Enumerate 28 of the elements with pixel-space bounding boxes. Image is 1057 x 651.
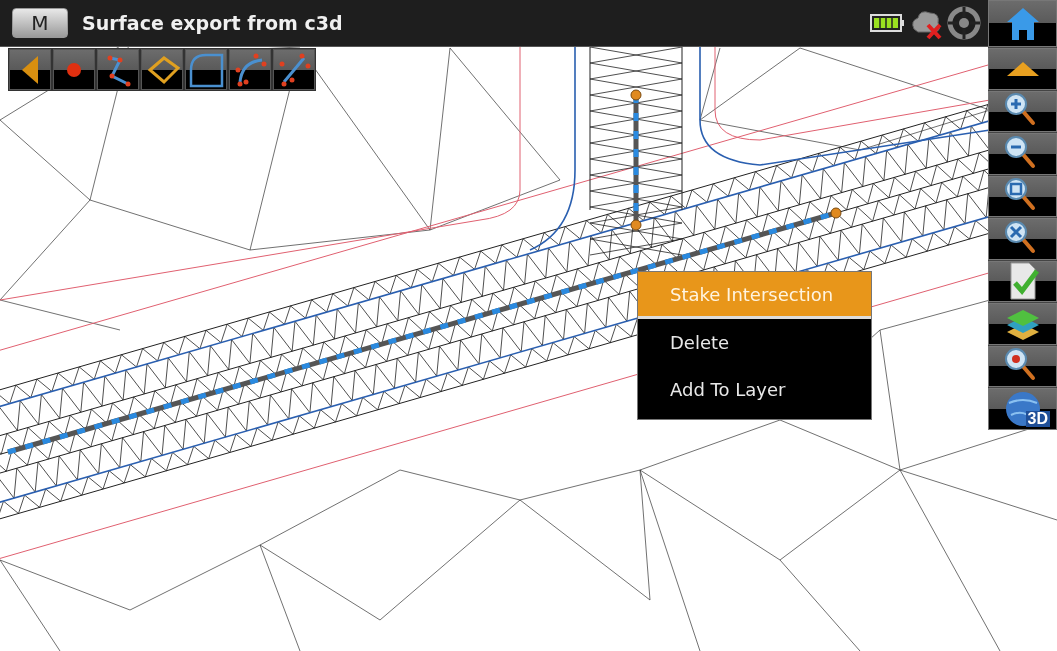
triangle-left-icon xyxy=(22,55,38,84)
window-title: Surface export from c3d xyxy=(82,12,344,34)
view-3d-button[interactable]: 3D xyxy=(988,388,1057,430)
arc-button[interactable] xyxy=(185,49,227,90)
point-marker[interactable] xyxy=(630,219,642,231)
zoom-extents-button[interactable] xyxy=(988,218,1057,260)
menu-item[interactable]: Add To Layer xyxy=(638,366,871,413)
layers-button[interactable] xyxy=(988,303,1057,345)
zoom-out-button[interactable] xyxy=(988,133,1057,175)
menu-item[interactable]: Delete xyxy=(638,319,871,366)
line-button[interactable] xyxy=(273,49,315,90)
zoom-window-button[interactable] xyxy=(988,175,1057,217)
triangle-up-icon xyxy=(1006,61,1039,76)
crosshair-icon xyxy=(946,5,982,41)
back-button[interactable] xyxy=(9,49,51,90)
point-button[interactable] xyxy=(53,49,95,90)
collapse-button[interactable] xyxy=(988,48,1057,90)
curve-button[interactable] xyxy=(229,49,271,90)
zoom-in-button[interactable] xyxy=(988,90,1057,132)
polygon-button[interactable] xyxy=(141,49,183,90)
polyline-button[interactable] xyxy=(97,49,139,90)
home-button[interactable] xyxy=(988,0,1057,47)
point-marker[interactable] xyxy=(630,89,642,101)
battery-icon xyxy=(870,12,906,34)
point-marker[interactable] xyxy=(830,207,842,219)
zoom-point-button[interactable] xyxy=(988,345,1057,387)
checklist-button[interactable] xyxy=(988,260,1057,302)
menu-button[interactable]: M xyxy=(12,8,68,38)
